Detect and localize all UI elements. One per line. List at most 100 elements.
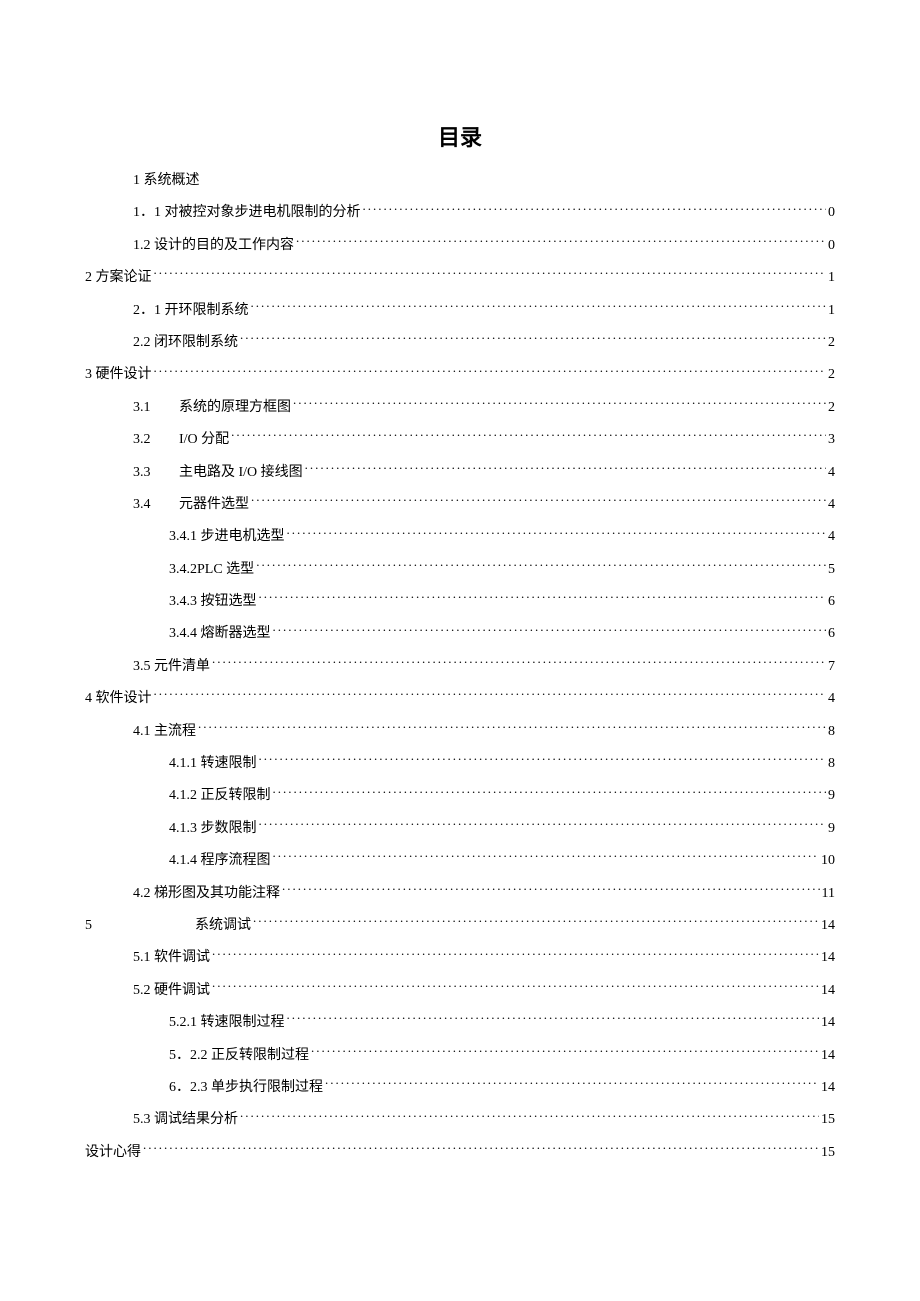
toc-entry: 1．1 对被控对象步进电机限制的分析 0 (133, 202, 835, 224)
toc-dots (287, 1012, 820, 1026)
toc-entry-text: 5．2.2 正反转限制过程 (169, 1045, 309, 1067)
toc-entry: 4.1.4 程序流程图 10 (169, 850, 835, 872)
toc-page-number: 9 (828, 785, 835, 807)
toc-dots (154, 688, 827, 702)
toc-entry: 3.4.4 熔断器选型 6 (169, 623, 835, 645)
toc-page-number: 10 (821, 850, 835, 872)
toc-entry-text: 3.4.3 按钮选型 (169, 591, 257, 613)
toc-entry-number: 5 (85, 915, 195, 937)
toc-entry: 3.4.1 步进电机选型 4 (169, 526, 835, 548)
toc-entry-text: 3.4.4 熔断器选型 (169, 623, 271, 645)
toc-page-number: 2 (828, 397, 835, 419)
toc-page-number: 9 (828, 818, 835, 840)
toc-page-number: 14 (821, 1077, 835, 1099)
toc-dots (240, 1109, 819, 1123)
toc-entry-text: 2．1 开环限制系统 (133, 300, 249, 322)
toc-dots (325, 1077, 819, 1091)
toc-entry-text: 4.1.4 程序流程图 (169, 850, 271, 872)
toc-page-number: 4 (828, 526, 835, 548)
toc-entry-text: 5.2.1 转速限制过程 (169, 1012, 285, 1034)
toc-dots (296, 235, 826, 249)
toc-dots (253, 915, 819, 929)
toc-entry: 5.1 软件调试 14 (133, 947, 835, 969)
toc-page-number: 0 (828, 235, 835, 257)
toc-dots (251, 494, 826, 508)
toc-page-number: 14 (821, 980, 835, 1002)
toc-entry-text: 3.1系统的原理方框图 (133, 397, 291, 419)
toc-dots (154, 364, 827, 378)
toc-page-number: 14 (821, 1045, 835, 1067)
toc-entry: 3.4.2PLC 选型 5 (169, 559, 835, 581)
toc-dots (256, 559, 826, 573)
toc-page-number: 0 (828, 202, 835, 224)
toc-entry-text: 3.4.2PLC 选型 (169, 559, 254, 581)
toc-entry-text: 3.4元器件选型 (133, 494, 249, 516)
toc-page-number: 2 (828, 364, 835, 386)
toc-entry-text: 2.2 闭环限制系统 (133, 332, 238, 354)
toc-page-number: 4 (828, 462, 835, 484)
toc-entry: 2.2 闭环限制系统 2 (133, 332, 835, 354)
toc-dots (282, 883, 820, 897)
toc-entry-text: 5.3 调试结果分析 (133, 1109, 238, 1131)
toc-entry: 3.1系统的原理方框图 2 (133, 397, 835, 419)
toc-entry: 3.5 元件清单 7 (133, 656, 835, 678)
toc-page-number: 11 (822, 883, 835, 905)
toc-page-number: 6 (828, 591, 835, 613)
toc-entry-text: 3.5 元件清单 (133, 656, 210, 678)
toc-entry: 5系统调试 14 (85, 915, 835, 937)
toc-entry: 4.1.1 转速限制 8 (169, 753, 835, 775)
toc-page-number: 14 (821, 915, 835, 937)
toc-entry: 4 软件设计 4 (85, 688, 835, 710)
toc-entry-text: 4.1 主流程 (133, 721, 196, 743)
toc-entry: 5.2 硬件调试 14 (133, 980, 835, 1002)
toc-dots (259, 753, 827, 767)
toc-entry-label: 主电路及 I/O 接线图 (179, 465, 303, 480)
toc-entry: 4.2 梯形图及其功能注释 11 (133, 883, 835, 905)
toc-page-number: 3 (828, 429, 835, 451)
toc-page-number: 8 (828, 753, 835, 775)
toc-entry: 1 系统概述 (133, 170, 835, 192)
toc-entry-text: 5系统调试 (85, 915, 251, 937)
toc-dots (251, 300, 827, 314)
toc-container: 1 系统概述1．1 对被控对象步进电机限制的分析 01.2 设计的目的及工作内容… (85, 170, 835, 1164)
toc-entry: 1.2 设计的目的及工作内容 0 (133, 235, 835, 257)
toc-entry-label: 系统的原理方框图 (179, 400, 291, 415)
toc-entry-text: 2 方案论证 (85, 267, 152, 289)
toc-entry: 2．1 开环限制系统 1 (133, 300, 835, 322)
toc-entry-text: 5.1 软件调试 (133, 947, 210, 969)
toc-dots (240, 332, 826, 346)
toc-entry-text: 4.1.3 步数限制 (169, 818, 257, 840)
toc-entry-number: 3.1 (133, 397, 179, 419)
toc-dots (363, 202, 827, 216)
toc-dots (212, 947, 819, 961)
toc-dots (273, 850, 820, 864)
toc-entry: 6．2.3 单步执行限制过程 14 (169, 1077, 835, 1099)
toc-entry-text: 4 软件设计 (85, 688, 152, 710)
toc-entry-text: 3.4.1 步进电机选型 (169, 526, 285, 548)
toc-entry-text: 4.1.1 转速限制 (169, 753, 257, 775)
toc-entry-number: 3.2 (133, 429, 179, 451)
toc-entry-text: 4.1.2 正反转限制 (169, 785, 271, 807)
toc-entry: 5.2.1 转速限制过程 14 (169, 1012, 835, 1034)
toc-entry-text: 3.2I/O 分配 (133, 429, 229, 451)
toc-entry-text: 6．2.3 单步执行限制过程 (169, 1077, 323, 1099)
toc-entry-text: 设计心得 (85, 1142, 141, 1164)
toc-dots (143, 1142, 819, 1156)
toc-entry-text: 1．1 对被控对象步进电机限制的分析 (133, 202, 361, 224)
toc-entry: 3.3主电路及 I/O 接线图4 (133, 462, 835, 484)
toc-page-number: 15 (821, 1109, 835, 1131)
toc-page-number: 15 (821, 1142, 835, 1164)
toc-page-number: 14 (821, 947, 835, 969)
toc-dots (273, 785, 827, 799)
toc-entry: 3.4.3 按钮选型 6 (169, 591, 835, 613)
toc-entry: 3.2I/O 分配 3 (133, 429, 835, 451)
toc-page-number: 6 (828, 623, 835, 645)
toc-entry: 4.1.3 步数限制 9 (169, 818, 835, 840)
toc-page-number: 14 (821, 1012, 835, 1034)
toc-entry-text: 1.2 设计的目的及工作内容 (133, 235, 294, 257)
toc-entry: 2 方案论证 1 (85, 267, 835, 289)
toc-entry-label: 元器件选型 (179, 497, 249, 512)
toc-entry: 4.1 主流程 8 (133, 721, 835, 743)
toc-entry: 4.1.2 正反转限制 9 (169, 785, 835, 807)
toc-dots (273, 623, 827, 637)
